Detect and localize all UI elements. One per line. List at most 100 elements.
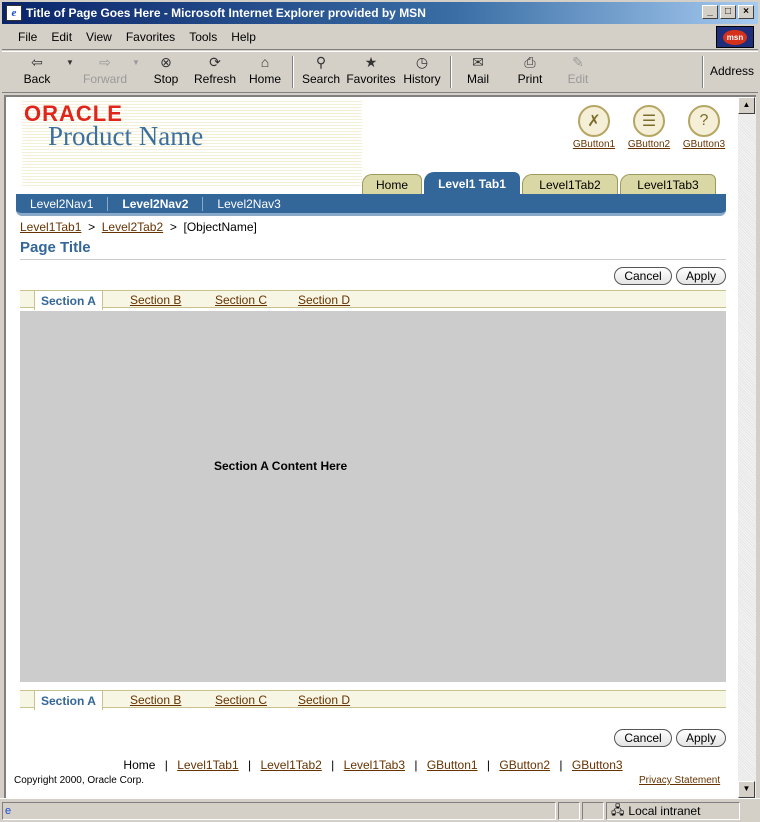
back-button[interactable]: ⇦ Back	[12, 52, 62, 92]
section-tab-d[interactable]: Section D	[298, 691, 350, 708]
breadcrumb-separator: >	[88, 220, 96, 234]
status-bar: e 🖧 Local intranet	[0, 798, 760, 822]
section-tab-b[interactable]: Section B	[130, 691, 181, 708]
hand-icon: ☰	[633, 105, 665, 137]
menu-favorites[interactable]: Favorites	[126, 30, 175, 44]
section-tab-a[interactable]: Section A	[34, 291, 103, 310]
help-icon: ?	[688, 105, 720, 137]
maximize-button[interactable]: □	[720, 5, 736, 19]
tab-level1-tab1[interactable]: Level1 Tab1	[424, 172, 520, 194]
window-title: Title of Page Goes Here - Microsoft Inte…	[26, 6, 426, 20]
global-button-3[interactable]: ? GButton3	[676, 105, 732, 150]
section-tab-c-link[interactable]: Section C	[215, 693, 267, 707]
menu-tools[interactable]: Tools	[189, 30, 217, 44]
search-button[interactable]: ⚲ Search	[300, 52, 342, 92]
section-tab-c[interactable]: Section C	[215, 291, 267, 308]
footer-link-gbutton2[interactable]: GButton2	[499, 758, 550, 772]
msn-label: msn	[722, 29, 748, 45]
menu-view[interactable]: View	[86, 30, 112, 44]
edit-button[interactable]: ✎ Edit	[558, 52, 598, 92]
chevron-down-icon: ▼	[66, 57, 74, 67]
menu-file[interactable]: File	[18, 30, 37, 44]
tools-icon: ✗	[578, 105, 610, 137]
section-tab-d-link[interactable]: Section D	[298, 293, 350, 307]
privacy-link[interactable]: Privacy Statement	[639, 775, 720, 786]
menu-help[interactable]: Help	[231, 30, 256, 44]
global-button-3-label: GButton3	[682, 139, 726, 150]
refresh-button[interactable]: ⟳ Refresh	[192, 52, 238, 92]
footer-separator: |	[414, 758, 418, 772]
mail-button[interactable]: ✉ Mail	[458, 52, 498, 92]
close-button[interactable]: ×	[738, 5, 754, 19]
mail-icon: ✉	[472, 53, 484, 70]
forward-button[interactable]: ⇨ Forward	[80, 52, 130, 92]
footer-link-level1tab3[interactable]: Level1Tab3	[344, 758, 405, 772]
nav-level2-nav3[interactable]: Level2Nav3	[203, 197, 294, 211]
menu-edit[interactable]: Edit	[51, 30, 72, 44]
footer-link-home[interactable]: Home	[123, 758, 155, 772]
footer-link-gbutton3[interactable]: GButton3	[572, 758, 623, 772]
stop-button[interactable]: ⊗ Stop	[144, 52, 188, 92]
print-button[interactable]: ⎙ Print	[510, 52, 550, 92]
breadcrumb-link-1[interactable]: Level1Tab1	[20, 220, 81, 234]
section-tab-b[interactable]: Section B	[130, 291, 181, 308]
footer-separator: |	[331, 758, 335, 772]
msn-logo: msn	[716, 26, 754, 48]
breadcrumb-current: [ObjectName]	[183, 220, 257, 234]
back-arrow-icon: ⇦	[31, 53, 43, 70]
nav-level2-nav1[interactable]: Level2Nav1	[16, 196, 109, 211]
section-tab-c[interactable]: Section C	[215, 691, 267, 708]
forward-dropdown[interactable]: ▼	[130, 52, 142, 92]
footer-link-level1tab1[interactable]: Level1Tab1	[177, 758, 238, 772]
history-icon: ◷	[415, 53, 429, 70]
history-label: History	[403, 72, 441, 86]
browser-toolbar: ⇦ Back ▼ ⇨ Forward ▼ ⊗ Stop ⟳ Refresh ⌂ …	[2, 51, 758, 93]
back-label: Back	[23, 72, 51, 86]
address-label[interactable]: Address	[710, 64, 754, 78]
menu-bar: File Edit View Favorites Tools Help msn	[2, 24, 758, 50]
refresh-label: Refresh	[193, 72, 237, 86]
section-tab-a[interactable]: Section A	[34, 691, 103, 710]
security-zone-pane: 🖧 Local intranet	[606, 802, 740, 820]
minimize-button[interactable]: _	[702, 5, 718, 19]
toolbar-separator	[702, 56, 704, 88]
status-text-pane: e	[2, 802, 556, 820]
history-button[interactable]: ◷ History	[402, 52, 442, 92]
forward-label: Forward	[82, 72, 127, 86]
section-tab-d[interactable]: Section D	[298, 291, 350, 308]
global-button-2-label: GButton2	[627, 139, 671, 150]
global-button-2[interactable]: ☰ GButton2	[621, 105, 677, 150]
toolbar-separator	[292, 56, 294, 88]
section-tab-b-link[interactable]: Section B	[130, 293, 181, 307]
nav-level2-nav2[interactable]: Level2Nav2	[108, 196, 204, 211]
section-tab-d-link[interactable]: Section D	[298, 693, 350, 707]
print-icon: ⎙	[524, 53, 536, 70]
title-divider	[20, 259, 726, 260]
section-tab-b-link[interactable]: Section B	[130, 693, 181, 707]
edit-icon: ✎	[572, 53, 584, 70]
footer-separator: |	[486, 758, 491, 772]
section-tab-c-link[interactable]: Section C	[215, 293, 267, 307]
back-dropdown[interactable]: ▼	[64, 52, 76, 92]
cancel-button[interactable]: Cancel	[614, 267, 672, 285]
global-button-1[interactable]: ✗ GButton1	[566, 105, 622, 150]
footer-link-gbutton1[interactable]: GButton1	[427, 758, 478, 772]
vertical-scrollbar[interactable]: ▲ ▼	[738, 95, 756, 798]
apply-button-bottom[interactable]: Apply	[676, 729, 726, 747]
favorites-button[interactable]: ★ Favorites	[346, 52, 396, 92]
footer-link-level1tab2[interactable]: Level1Tab2	[260, 758, 321, 772]
page-title: Page Title	[20, 239, 91, 256]
home-button[interactable]: ⌂ Home	[244, 52, 286, 92]
tab-level1-tab2[interactable]: Level1Tab2	[522, 174, 618, 194]
tab-home[interactable]: Home	[362, 174, 422, 194]
scroll-up-icon[interactable]: ▲	[738, 97, 755, 114]
apply-button[interactable]: Apply	[676, 267, 726, 285]
browser-viewport: ORACLE Product Name ✗ GButton1 ☰ GButton…	[4, 95, 738, 798]
tab-level1-tab3[interactable]: Level1Tab3	[620, 174, 716, 194]
breadcrumb-link-2[interactable]: Level2Tab2	[102, 220, 163, 234]
scroll-down-icon[interactable]: ▼	[738, 781, 755, 798]
search-icon: ⚲	[315, 53, 327, 70]
footer-nav: Home | Level1Tab1 | Level1Tab2 | Level1T…	[6, 758, 738, 772]
cancel-button-bottom[interactable]: Cancel	[614, 729, 672, 747]
stop-icon: ⊗	[160, 53, 172, 70]
